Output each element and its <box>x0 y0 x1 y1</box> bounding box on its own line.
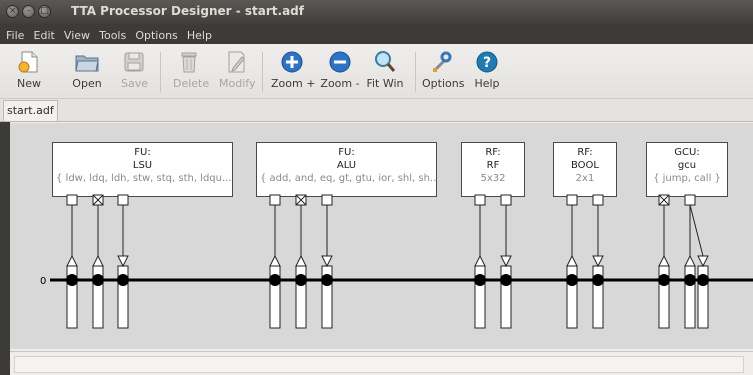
bus-connection-dot <box>66 274 78 286</box>
zoom-out-icon <box>327 50 353 74</box>
bus-connection-dot <box>269 274 281 286</box>
menu-tools[interactable]: Tools <box>99 26 126 46</box>
port-connection <box>689 204 704 257</box>
menu-edit[interactable]: Edit <box>34 26 55 46</box>
unit-port <box>500 194 512 206</box>
options-label: Options <box>422 77 465 90</box>
unit-port <box>66 194 78 206</box>
socket-input-arrow <box>697 255 709 268</box>
title-bar: × – □ TTA Processor Designer - start.adf <box>0 0 753 24</box>
tab-start-adf[interactable]: start.adf <box>3 100 58 121</box>
bus-connection-dot <box>92 274 104 286</box>
zoom-out-label: Zoom - <box>320 77 360 90</box>
save-button[interactable]: Save <box>121 50 149 96</box>
unit-port <box>474 194 486 206</box>
socket-input-arrow <box>117 255 129 268</box>
unit-port <box>321 194 333 206</box>
left-border <box>0 122 10 374</box>
fit-window-label: Fit Win <box>366 77 404 90</box>
minimize-window-button[interactable]: – <box>22 5 35 18</box>
bus-connection-dot <box>321 274 333 286</box>
bus-connection-dot <box>592 274 604 286</box>
bus-connection-dot <box>500 274 512 286</box>
zoom-in-icon <box>279 50 305 74</box>
open-label: Open <box>72 77 102 90</box>
unit-port <box>684 194 696 206</box>
open-button[interactable]: Open <box>71 50 103 96</box>
socket-output-arrow <box>474 254 486 267</box>
tab-bar: start.adf <box>0 99 753 122</box>
delete-label: Delete <box>173 77 210 90</box>
bus-connection-dot <box>684 274 696 286</box>
toolbar-separator <box>160 52 161 92</box>
unit-port <box>566 194 578 206</box>
window-title: TTA Processor Designer - start.adf <box>71 4 304 18</box>
socket-output-arrow <box>684 254 696 267</box>
socket-output-arrow <box>92 254 104 267</box>
bus-connection-dot <box>566 274 578 286</box>
fit-window-button[interactable]: Fit Win <box>365 50 405 96</box>
socket-output-arrow <box>658 254 670 267</box>
socket-output-arrow <box>66 254 78 267</box>
bus-connection-dot <box>658 274 670 286</box>
bus-label: 0 <box>40 276 46 287</box>
help-label: Help <box>474 77 500 90</box>
toolbar-separator <box>262 52 263 92</box>
modify-button[interactable]: Modify <box>219 50 256 96</box>
bus-connection-dot <box>474 274 486 286</box>
menu-file[interactable]: File <box>6 26 24 46</box>
bus-connection-dot <box>697 274 709 286</box>
toolbar: New Open Save Delete Modify Zoom + Zoom … <box>0 44 753 99</box>
close-window-button[interactable]: × <box>6 5 19 18</box>
socket-input-arrow <box>592 255 604 268</box>
processor-canvas[interactable]: FU: LSU { ldw, ldq, ldh, stw, stq, sth, … <box>10 123 753 349</box>
menu-bar: File Edit View Tools Options Help <box>0 24 753 44</box>
unit-port <box>592 194 604 206</box>
zoom-in-button[interactable]: Zoom + <box>271 50 316 96</box>
bus-connection-dot <box>117 274 129 286</box>
socket-output-arrow <box>295 254 307 267</box>
open-folder-icon <box>74 50 100 74</box>
menu-help[interactable]: Help <box>187 26 212 46</box>
menu-view[interactable]: View <box>64 26 90 46</box>
new-document-icon <box>16 50 42 74</box>
status-field <box>14 356 744 373</box>
save-disk-icon <box>121 50 147 74</box>
maximize-window-button[interactable]: □ <box>38 5 51 18</box>
interconnect-diagram: 0 <box>40 194 753 329</box>
delete-button[interactable]: Delete <box>173 50 210 96</box>
modify-label: Modify <box>219 77 256 90</box>
options-button[interactable]: Options <box>422 50 465 96</box>
trash-icon <box>176 50 202 74</box>
socket-input-arrow <box>500 255 512 268</box>
menu-options[interactable]: Options <box>135 26 177 46</box>
magnifier-icon <box>372 50 398 74</box>
zoom-out-button[interactable]: Zoom - <box>320 50 360 96</box>
unit-port <box>269 194 281 206</box>
status-bar <box>10 351 753 375</box>
wrench-icon <box>429 50 455 74</box>
socket-input-arrow <box>321 255 333 268</box>
bus-connection-dot <box>295 274 307 286</box>
toolbar-separator <box>415 52 416 92</box>
new-button[interactable]: New <box>16 50 42 96</box>
application-window: × – □ TTA Processor Designer - start.adf… <box>0 0 753 375</box>
help-button[interactable]: ? Help <box>473 50 501 96</box>
save-label: Save <box>121 77 149 90</box>
svg-text:?: ? <box>483 55 491 71</box>
unit-port <box>117 194 129 206</box>
new-label: New <box>17 77 41 90</box>
socket-output-arrow <box>566 254 578 267</box>
modify-pencil-icon <box>223 50 249 74</box>
socket-output-arrow <box>269 254 281 267</box>
help-icon: ? <box>474 50 500 74</box>
zoom-in-label: Zoom + <box>271 77 316 90</box>
